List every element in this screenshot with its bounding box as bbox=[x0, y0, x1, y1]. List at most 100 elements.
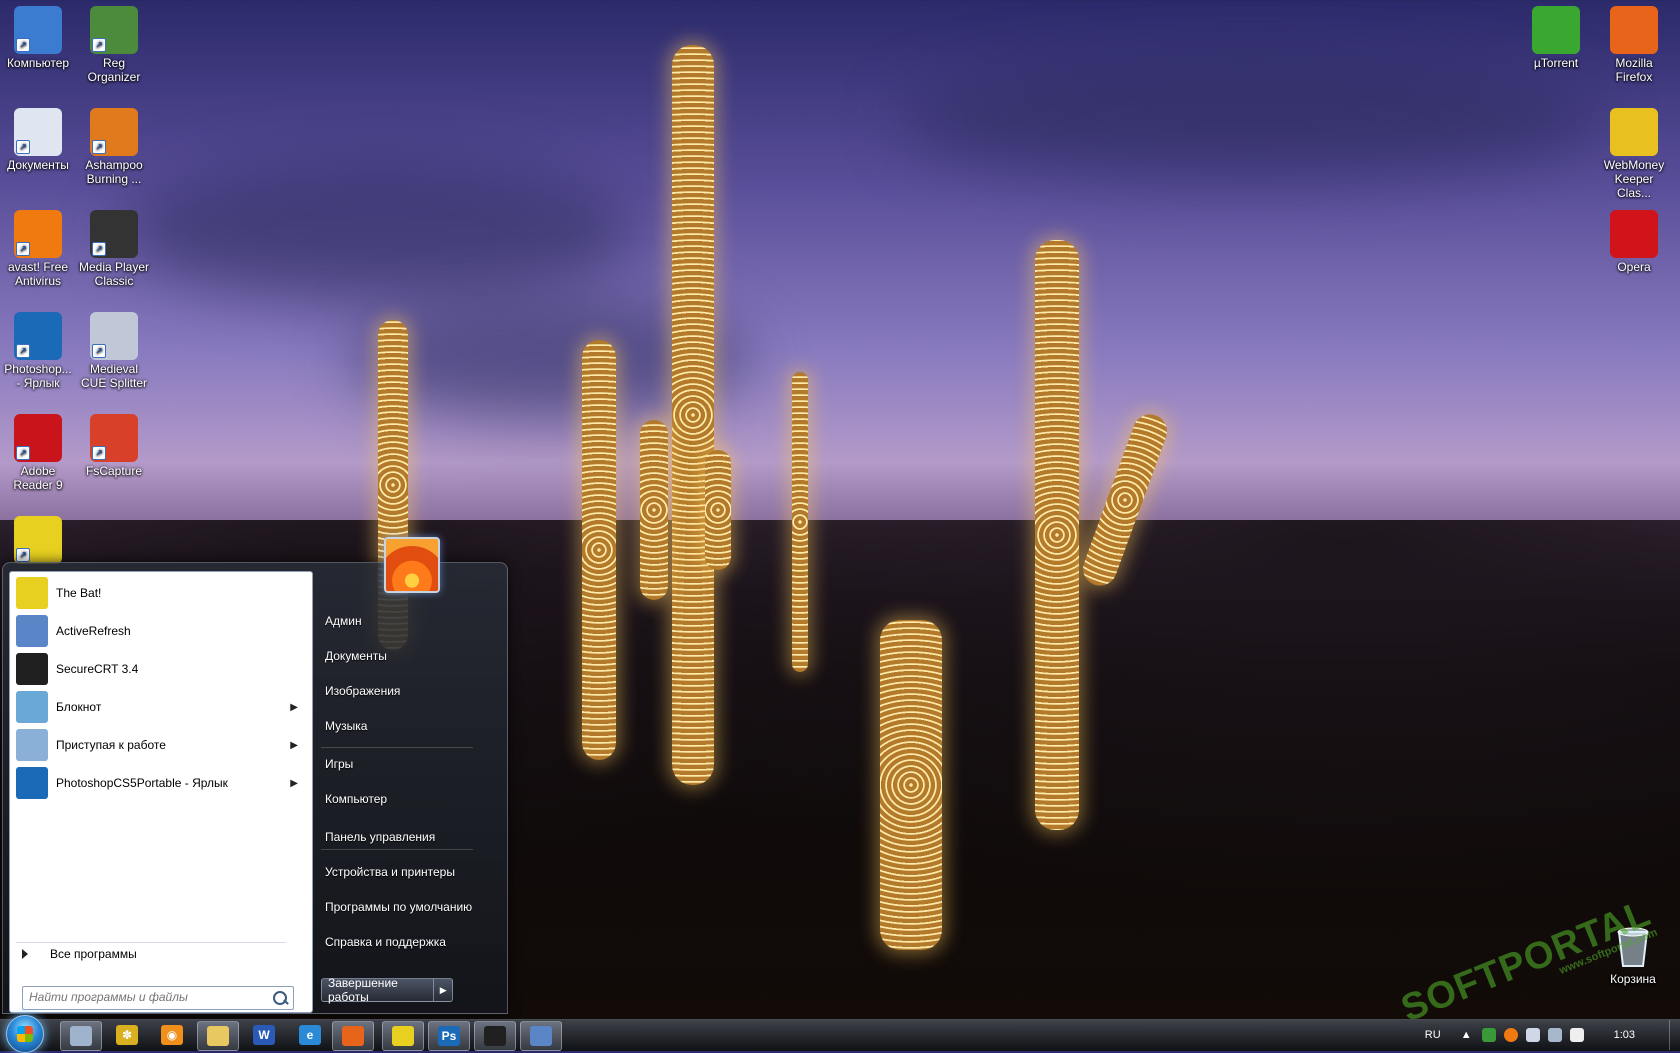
tray-expand-icon[interactable]: ▲ bbox=[1461, 1029, 1472, 1041]
start-menu-place-item[interactable]: Музыка bbox=[325, 715, 495, 737]
desktop-shortcut[interactable]: ↗ Medieval CUE Splitter bbox=[76, 312, 152, 390]
search-icon[interactable] bbox=[273, 991, 287, 1005]
taskbar-button[interactable] bbox=[520, 1021, 562, 1051]
desktop-shortcut-label: Документы bbox=[7, 158, 69, 172]
network-tray-icon[interactable] bbox=[1481, 1028, 1496, 1042]
start-button[interactable] bbox=[6, 1015, 44, 1053]
shortcut-arrow-icon: ↗ bbox=[92, 242, 106, 256]
program-label: ActiveRefresh bbox=[56, 624, 131, 638]
desktop-shortcut[interactable]: Opera bbox=[1596, 210, 1672, 274]
photoshop-icon bbox=[16, 767, 48, 799]
desktop-shortcut[interactable]: ↗ Компьютер bbox=[0, 6, 76, 70]
taskbar-button[interactable]: e bbox=[290, 1021, 330, 1049]
start-menu-place-item[interactable]: Компьютер bbox=[325, 788, 495, 810]
start-menu-place-item[interactable]: Админ bbox=[325, 610, 495, 632]
desktop-shortcut[interactable]: ↗ bbox=[0, 516, 76, 566]
messages-tray-icon[interactable] bbox=[1525, 1028, 1540, 1042]
shutdown-options-arrow-icon[interactable]: ▶ bbox=[433, 979, 452, 1001]
expand-arrow-icon bbox=[22, 949, 28, 959]
opera-icon bbox=[1610, 210, 1658, 258]
desktop-shortcut[interactable]: ↗ Media Player Classic bbox=[76, 210, 152, 288]
desktop-shortcut-label: avast! Free Antivirus bbox=[7, 260, 69, 288]
desktop-shortcut[interactable]: ↗ Reg Organizer bbox=[76, 6, 152, 84]
desktop-shortcut[interactable]: ↗ Photoshop... - Ярлык bbox=[0, 312, 76, 390]
shutdown-button[interactable]: Завершение работы ▶ bbox=[321, 976, 453, 1004]
desktop-shortcut[interactable]: ↗ avast! Free Antivirus bbox=[0, 210, 76, 288]
desktop-shortcut-label: Medieval CUE Splitter bbox=[80, 362, 148, 390]
notepad-icon bbox=[16, 691, 48, 723]
start-menu-place-item[interactable]: Панель управления bbox=[325, 826, 495, 848]
program-item[interactable]: SecureCRT 3.4 bbox=[16, 652, 306, 686]
taskbar-button[interactable]: ◉ bbox=[152, 1021, 192, 1049]
wallpaper-cactus bbox=[672, 45, 714, 785]
desktop-shortcut-label: Mozilla Firefox bbox=[1615, 56, 1653, 84]
start-search-box[interactable] bbox=[22, 986, 294, 1010]
utorrent-icon bbox=[1532, 6, 1580, 54]
program-label: The Bat! bbox=[56, 586, 102, 600]
start-menu-place-item[interactable]: Справка и поддержка bbox=[325, 931, 495, 953]
shortcut-arrow-icon: ↗ bbox=[16, 446, 30, 460]
shortcut-arrow-icon: ↗ bbox=[16, 38, 30, 52]
desktop-shortcut[interactable]: Mozilla Firefox bbox=[1596, 6, 1672, 84]
desktop-shortcut[interactable]: ↗ Документы bbox=[0, 108, 76, 172]
clock[interactable]: 1:03 bbox=[1614, 1029, 1635, 1041]
taskbar-button[interactable]: W bbox=[244, 1021, 284, 1049]
start-menu-place-item[interactable]: Изображения bbox=[325, 680, 495, 702]
submenu-arrow-icon[interactable]: ▶ bbox=[290, 740, 298, 751]
the-bat-icon bbox=[16, 577, 48, 609]
webmoney-icon bbox=[1610, 108, 1658, 156]
program-item[interactable]: PhotoshopCS5Portable - Ярлык ▶ bbox=[16, 766, 306, 800]
program-item[interactable]: ActiveRefresh bbox=[16, 614, 306, 648]
program-item[interactable]: Блокнот ▶ bbox=[16, 690, 306, 724]
shortcut-arrow-icon: ↗ bbox=[92, 344, 106, 358]
language-indicator[interactable]: RU bbox=[1425, 1029, 1441, 1041]
submenu-arrow-icon[interactable]: ▶ bbox=[290, 702, 298, 713]
wallpaper-cloud bbox=[900, 60, 1600, 180]
volume-tray-icon[interactable] bbox=[1547, 1028, 1562, 1042]
start-menu-place-item[interactable]: Программы по умолчанию bbox=[325, 896, 495, 918]
start-menu-place-item[interactable]: Документы bbox=[325, 645, 495, 667]
program-label: PhotoshopCS5Portable - Ярлык bbox=[56, 776, 228, 790]
desktop-shortcut-label: Ashampoo Burning ... bbox=[85, 158, 143, 186]
desktop-shortcut[interactable]: WebMoney Keeper Clas... bbox=[1596, 108, 1672, 200]
taskbar-button[interactable] bbox=[60, 1021, 102, 1051]
desktop-shortcut-label: µTorrent bbox=[1533, 56, 1579, 70]
wallpaper-cactus bbox=[640, 420, 668, 600]
shortcut-arrow-icon: ↗ bbox=[16, 242, 30, 256]
desktop-shortcut-label: Reg Organizer bbox=[87, 56, 141, 84]
program-item[interactable]: The Bat! bbox=[16, 576, 306, 610]
program-item[interactable]: Приступая к работе ▶ bbox=[16, 728, 306, 762]
start-search-input[interactable] bbox=[23, 987, 271, 1007]
desktop-shortcut[interactable]: ↗ Adobe Reader 9 bbox=[0, 414, 76, 492]
adobe-reader-icon: ↗ bbox=[14, 414, 62, 462]
taskbar-button[interactable]: ✽ bbox=[107, 1021, 147, 1049]
desktop-shortcut-label: Media Player Classic bbox=[78, 260, 150, 288]
taskbar-button[interactable]: Ps bbox=[428, 1021, 470, 1051]
start-menu-place-item[interactable]: Устройства и принтеры bbox=[325, 861, 495, 883]
wallpaper-cactus bbox=[792, 372, 808, 672]
mpc-icon: ↗ bbox=[90, 210, 138, 258]
photoshop-icon: Ps bbox=[438, 1026, 460, 1046]
action-center-tray-icon[interactable] bbox=[1569, 1028, 1584, 1042]
computer-icon: ↗ bbox=[14, 6, 62, 54]
show-desktop-strip[interactable] bbox=[1669, 1020, 1680, 1050]
taskbar-button[interactable] bbox=[332, 1021, 374, 1051]
submenu-arrow-icon[interactable]: ▶ bbox=[290, 778, 298, 789]
start-menu: The Bat! ActiveRefresh SecureCRT 3.4 Блокно… bbox=[2, 537, 508, 1014]
wallpaper-cactus bbox=[582, 340, 616, 760]
avast-tray-icon[interactable] bbox=[1503, 1028, 1518, 1042]
program-label: SecureCRT 3.4 bbox=[56, 662, 139, 676]
taskbar-button[interactable] bbox=[382, 1021, 424, 1051]
taskbar-button[interactable] bbox=[197, 1021, 239, 1051]
wallpaper-cactus bbox=[1035, 240, 1079, 830]
desktop-shortcut[interactable]: ↗ Ashampoo Burning ... bbox=[76, 108, 152, 186]
taskbar-button[interactable] bbox=[474, 1021, 516, 1051]
user-picture[interactable] bbox=[384, 537, 440, 593]
start-menu-place-item[interactable]: Игры bbox=[325, 753, 495, 775]
desktop-shortcut-label: Photoshop... - Ярлык bbox=[4, 362, 72, 390]
all-programs-button[interactable]: Все программы bbox=[16, 942, 286, 965]
desktop-shortcut[interactable]: µTorrent bbox=[1518, 6, 1594, 70]
program-label: Приступая к работе bbox=[56, 738, 166, 752]
desktop-shortcut[interactable]: ↗ FsCapture bbox=[76, 414, 152, 478]
places-separator bbox=[321, 849, 473, 850]
